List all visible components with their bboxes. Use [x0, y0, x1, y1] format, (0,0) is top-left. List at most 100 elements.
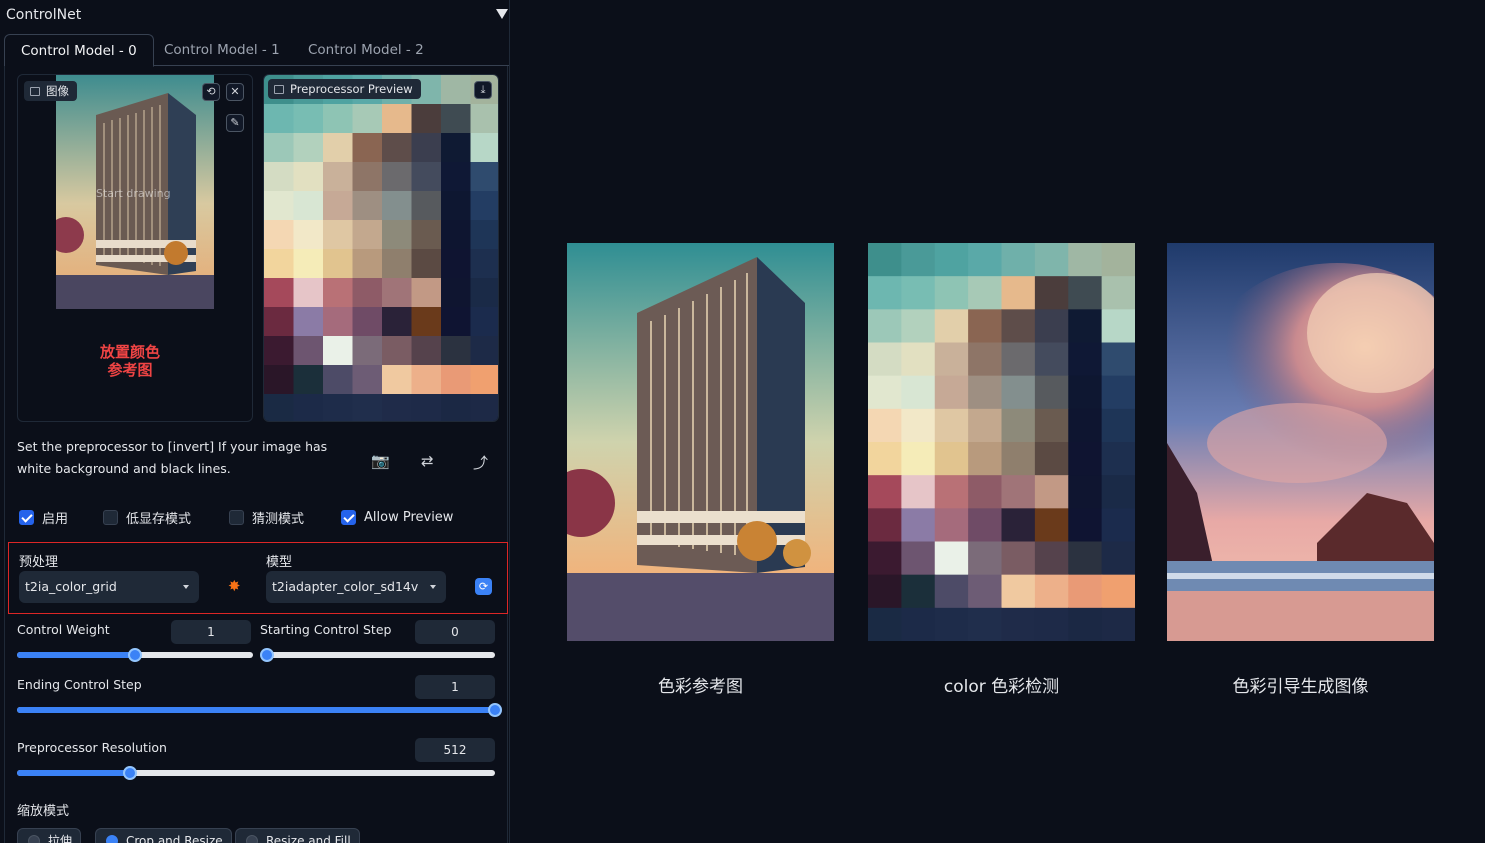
- starting-step-slider[interactable]: [260, 648, 495, 662]
- guess-mode-checkbox[interactable]: 猜测模式: [229, 508, 304, 527]
- enable-checkbox[interactable]: 启用: [19, 508, 68, 527]
- color-grid-cell: [470, 394, 498, 421]
- send-up-icon[interactable]: ⤴: [473, 452, 488, 473]
- chevron-down-icon: [183, 585, 189, 589]
- color-grid-cell: [293, 104, 324, 134]
- close-icon[interactable]: ✕: [226, 83, 244, 101]
- reset-icon[interactable]: ⟲: [202, 83, 220, 101]
- slider-thumb[interactable]: [260, 648, 274, 662]
- color-grid-cell: [323, 162, 354, 192]
- color-detection-image: [868, 243, 1135, 641]
- color-grid-cell: [934, 276, 969, 310]
- control-weight-slider[interactable]: [17, 648, 253, 662]
- tab-content: 图像 ⟲ ✕ ✎ Start drawing 放置颜色 参考图 Preproce…: [4, 66, 508, 843]
- preview-label: Preprocessor Preview: [268, 79, 421, 99]
- color-grid-cell: [1068, 574, 1103, 609]
- camera-icon[interactable]: 📷: [371, 452, 390, 470]
- slider-fill: [17, 707, 495, 713]
- resize-mode-crop-and-resize[interactable]: Crop and Resize: [95, 828, 232, 843]
- color-grid-cell: [411, 104, 442, 134]
- caption-color-reference: 色彩参考图: [658, 677, 743, 697]
- color-grid-cell: [1034, 408, 1069, 443]
- color-grid-cell: [1068, 607, 1103, 641]
- color-grid-cell: [1068, 442, 1103, 476]
- color-grid-cell: [934, 574, 969, 609]
- resize-mode-label: 缩放模式: [17, 804, 70, 819]
- brush-icon[interactable]: ✎: [226, 114, 244, 132]
- color-grid-cell: [382, 307, 413, 337]
- preprocessor-resolution-label: Preprocessor Resolution: [17, 740, 167, 755]
- preprocessor-select[interactable]: t2ia_color_grid: [19, 571, 199, 603]
- low-vram-checkbox-box[interactable]: [103, 509, 118, 525]
- color-grid-cell: [382, 162, 413, 192]
- allow-preview-checkbox-box[interactable]: [341, 509, 356, 525]
- color-grid-cell: [934, 342, 969, 377]
- swap-icon[interactable]: ⇄: [421, 452, 434, 470]
- slider-thumb[interactable]: [488, 703, 502, 717]
- color-grid-cell: [1068, 375, 1103, 410]
- color-grid-cell: [264, 336, 295, 366]
- color-grid-cell: [382, 220, 413, 250]
- color-grid-cell: [1068, 309, 1103, 344]
- color-grid-cell: [1001, 442, 1036, 476]
- tab-control-model-2[interactable]: Control Model - 2: [292, 34, 440, 66]
- radio-dot: [28, 835, 40, 843]
- slider-thumb[interactable]: [122, 766, 137, 780]
- ending-step-label: Ending Control Step: [17, 677, 142, 692]
- low-vram-checkbox[interactable]: 低显存模式: [103, 508, 191, 527]
- color-grid-cell: [968, 508, 1003, 543]
- color-grid-cell: [293, 336, 324, 366]
- tab-control-model-0[interactable]: Control Model - 0: [4, 34, 154, 67]
- refresh-models-icon[interactable]: ⟳: [475, 578, 492, 595]
- image-input-box[interactable]: 图像 ⟲ ✕ ✎ Start drawing 放置颜色 参考图: [17, 74, 253, 422]
- resize-mode-resize-and-fill[interactable]: Resize and Fill: [235, 828, 360, 843]
- color-grid-cell: [264, 278, 295, 308]
- radio-label: Crop and Resize: [126, 834, 223, 843]
- collapse-icon[interactable]: [496, 9, 508, 19]
- resize-mode-stretch[interactable]: 拉伸: [17, 828, 82, 843]
- ending-step-slider[interactable]: [17, 703, 502, 717]
- color-grid-cell: [323, 394, 354, 421]
- color-grid-cell: [352, 365, 383, 395]
- enable-checkbox-box[interactable]: [19, 509, 34, 525]
- color-grid-cell: [352, 278, 383, 308]
- preprocessor-model-group: 预处理 t2ia_color_grid ✸ 模型 t2iadapter_colo…: [8, 542, 508, 614]
- color-grid-cell: [901, 574, 936, 609]
- ending-step-input[interactable]: 1: [415, 675, 495, 699]
- model-select[interactable]: t2iadapter_color_sd14v: [266, 571, 446, 603]
- color-grid-cell: [1068, 475, 1103, 509]
- color-grid-cell: [470, 191, 498, 221]
- color-grid-cell: [1034, 541, 1069, 576]
- slider-thumb[interactable]: [128, 648, 142, 662]
- color-grid-cell: [901, 375, 936, 410]
- color-grid-cell: [411, 133, 442, 163]
- panel-header[interactable]: ControlNet: [0, 0, 509, 32]
- tab-control-model-1[interactable]: Control Model - 1: [148, 34, 296, 66]
- color-grid-cell: [264, 394, 295, 421]
- run-preprocessor-icon[interactable]: ✸: [228, 577, 241, 595]
- color-grid-cell: [968, 309, 1003, 344]
- color-grid-cell: [323, 104, 354, 134]
- color-grid-cell: [901, 408, 936, 443]
- allow-preview-checkbox[interactable]: Allow Preview: [341, 508, 453, 526]
- preprocessor-resolution-input[interactable]: 512: [415, 738, 495, 762]
- color-grid-cell: [1068, 243, 1103, 277]
- color-grid-cell: [868, 342, 903, 377]
- color-grid-cell: [264, 220, 295, 250]
- color-grid-cell: [868, 243, 903, 277]
- color-grid-cell: [382, 365, 413, 395]
- color-grid-cell: [901, 342, 936, 377]
- color-grid-cell: [868, 442, 903, 476]
- color-grid-cell: [382, 191, 413, 221]
- control-weight-input[interactable]: 1: [171, 620, 251, 644]
- color-grid-cell: [934, 375, 969, 410]
- color-grid-cell: [352, 249, 383, 279]
- color-grid-cell: [470, 104, 498, 134]
- download-icon[interactable]: ⤓: [474, 81, 492, 99]
- color-grid-cell: [1034, 375, 1069, 410]
- starting-step-input[interactable]: 0: [415, 620, 495, 644]
- color-grid-cell: [1001, 375, 1036, 410]
- preprocessor-resolution-slider[interactable]: [17, 766, 495, 780]
- color-grid-cell: [1034, 574, 1069, 609]
- guess-mode-checkbox-box[interactable]: [229, 509, 244, 525]
